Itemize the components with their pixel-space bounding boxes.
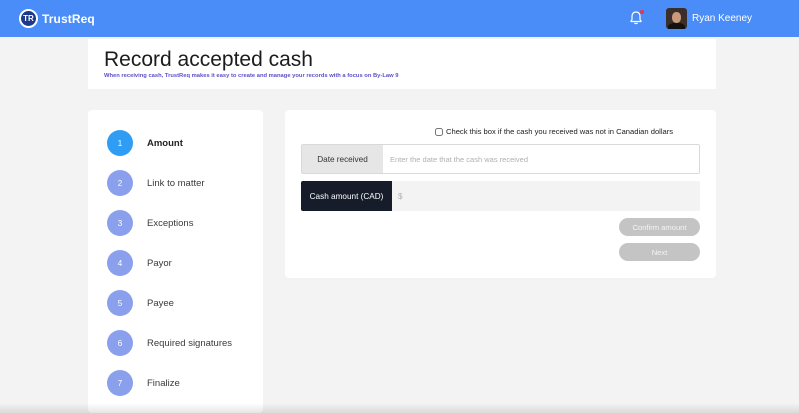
user-avatar[interactable] — [666, 8, 687, 29]
user-name[interactable]: Ryan Keeney — [692, 13, 752, 24]
step-payor[interactable]: 4 Payor — [107, 250, 172, 276]
date-received-label: Date received — [302, 145, 383, 173]
non-cad-checkbox-label: Check this box if the cash you received … — [446, 127, 674, 136]
step-number: 4 — [107, 250, 133, 276]
step-number: 2 — [107, 170, 133, 196]
step-number: 6 — [107, 330, 133, 356]
non-cad-checkbox-row[interactable]: Check this box if the cash you received … — [435, 127, 673, 136]
step-number: 3 — [107, 210, 133, 236]
date-received-field: Date received — [301, 144, 700, 174]
top-navigation-bar: TR TrustReq Ryan Keeney — [0, 0, 799, 37]
page-title: Record accepted cash — [104, 48, 313, 71]
brand-name: TrustReq — [42, 11, 95, 26]
date-received-input[interactable] — [383, 145, 699, 173]
steps-sidebar: 1 Amount 2 Link to matter 3 Exceptions 4… — [88, 110, 263, 413]
notification-dot — [640, 10, 644, 14]
step-required-signatures[interactable]: 6 Required signatures — [107, 330, 232, 356]
step-number: 5 — [107, 290, 133, 316]
step-label: Payee — [147, 297, 174, 309]
page-subtitle: When receiving cash, TrustReq makes it e… — [104, 73, 399, 79]
step-number: 7 — [107, 370, 133, 396]
step-finalize[interactable]: 7 Finalize — [107, 370, 180, 396]
confirm-amount-button[interactable]: Confirm amount — [619, 218, 700, 236]
avatar-face — [672, 12, 681, 23]
avatar-body — [668, 23, 685, 29]
step-link-to-matter[interactable]: 2 Link to matter — [107, 170, 205, 196]
non-cad-checkbox[interactable] — [435, 127, 443, 136]
step-number: 1 — [107, 130, 133, 156]
brand-logo[interactable]: TR TrustReq — [19, 9, 95, 28]
trustreq-logo-icon: TR — [19, 9, 38, 28]
cash-amount-field: Cash amount (CAD) — [301, 181, 700, 211]
cash-amount-input[interactable] — [392, 181, 700, 211]
page-header-card: Record accepted cash When receiving cash… — [88, 39, 716, 89]
cash-amount-label: Cash amount (CAD) — [301, 181, 392, 211]
step-label: Amount — [147, 137, 183, 149]
step-label: Finalize — [147, 377, 180, 389]
bottom-edge-shadow — [0, 403, 799, 413]
next-button[interactable]: Next — [619, 243, 700, 261]
amount-form-card: Check this box if the cash you received … — [285, 110, 716, 278]
step-label: Required signatures — [147, 337, 233, 349]
step-exceptions[interactable]: 3 Exceptions — [107, 210, 193, 236]
step-label: Payor — [147, 257, 172, 269]
step-payee[interactable]: 5 Payee — [107, 290, 174, 316]
step-label: Exceptions — [147, 217, 194, 229]
step-label: Link to matter — [147, 177, 205, 189]
step-amount[interactable]: 1 Amount — [107, 130, 183, 156]
